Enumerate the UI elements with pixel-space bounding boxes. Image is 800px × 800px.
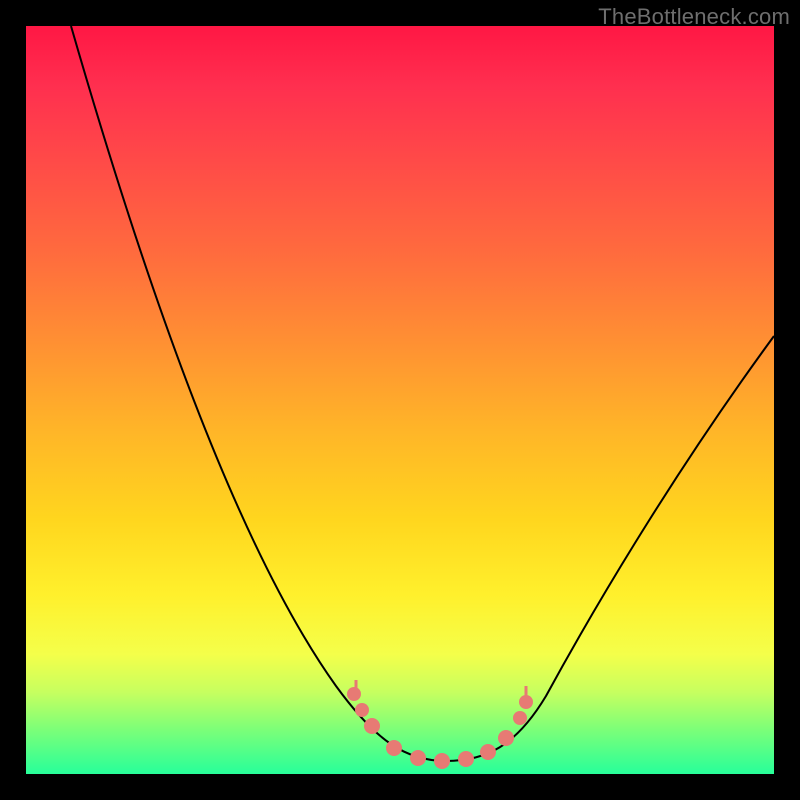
marker-dot (513, 711, 527, 725)
bottleneck-curve (71, 26, 774, 761)
marker-dot (347, 687, 361, 701)
marker-dot (410, 750, 426, 766)
marker-dot (386, 740, 402, 756)
marker-dot (458, 751, 474, 767)
plot-area (26, 26, 774, 774)
marker-dot (355, 703, 369, 717)
marker-dot (498, 730, 514, 746)
marker-dot (434, 753, 450, 769)
marker-dot (480, 744, 496, 760)
marker-group (347, 680, 533, 769)
chart-svg (26, 26, 774, 774)
chart-frame: TheBottleneck.com (0, 0, 800, 800)
watermark-text: TheBottleneck.com (598, 4, 790, 30)
marker-dot (364, 718, 380, 734)
